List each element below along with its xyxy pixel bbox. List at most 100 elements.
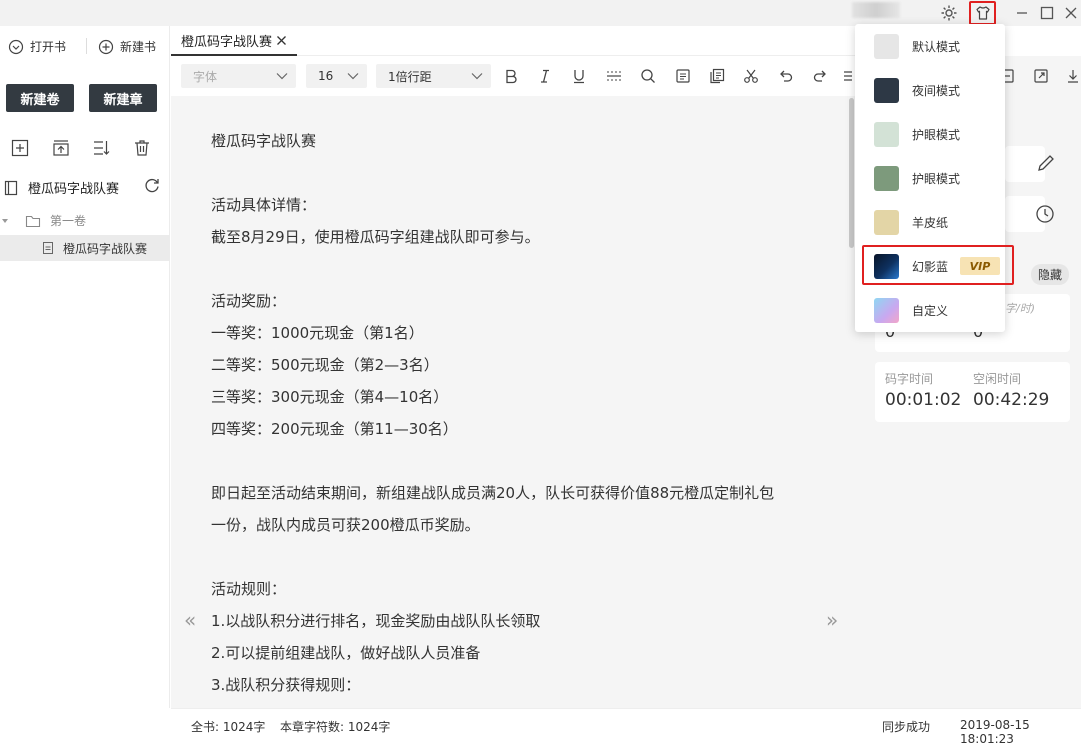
editor-area[interactable]: 橙瓜码字战队赛 活动具体详情： 截至8月29日，使用橙瓜码字组建战队即可参与。 活动奖… (171, 96, 855, 708)
trash-icon[interactable] (131, 137, 153, 159)
font-family-select[interactable]: 字体 (181, 64, 296, 88)
timestamp: 2019-08-15 18:01:23 (960, 718, 1030, 746)
close-icon[interactable] (1060, 2, 1081, 24)
tab-bar: 橙瓜码字战队赛 (171, 26, 855, 56)
italic-icon[interactable] (535, 66, 555, 86)
underline-icon[interactable] (569, 66, 589, 86)
editor-line[interactable]: 活动规则： (211, 578, 286, 599)
theme-option[interactable]: 默认模式 (855, 24, 1005, 68)
tab-label: 橙瓜码字战队赛 (181, 34, 273, 50)
move-top-icon[interactable] (50, 137, 72, 159)
minimize-icon[interactable] (1011, 2, 1033, 24)
redo-icon[interactable] (810, 66, 830, 86)
typing-time-label: 码字时间 (885, 372, 934, 386)
line-spacing-select[interactable]: 1倍行距 (376, 64, 491, 88)
maximize-icon[interactable] (1036, 2, 1058, 24)
editor-line[interactable]: 活动奖励： (211, 290, 286, 311)
font-size-select[interactable]: 16 (306, 64, 367, 88)
next-chapter-icon[interactable]: » (826, 608, 838, 632)
divider (86, 38, 87, 54)
refresh-icon[interactable] (143, 176, 161, 194)
gear-icon[interactable] (938, 2, 960, 24)
editor-line[interactable]: 2.可以提前组建战队，做好战队人员准备 (211, 642, 480, 663)
sync-status: 同步成功 (882, 720, 931, 734)
chevron-circle-icon (8, 39, 24, 55)
theme-menu: 默认模式 夜间模式 护眼模式 护眼模式 羊皮纸 幻影蓝 VIP 自定义 (855, 24, 1014, 332)
cut-icon[interactable] (741, 66, 761, 86)
new-book-label: 新建书 (120, 40, 157, 54)
book-title: 橙瓜码字战队赛 (28, 182, 120, 197)
theme-swatch (874, 77, 899, 103)
download-icon[interactable] (1066, 68, 1080, 84)
editor-scrollbar[interactable] (849, 98, 854, 248)
book-title-row[interactable]: 橙瓜码字战队赛 (4, 178, 119, 197)
typing-time-value: 00:01:02 (885, 390, 962, 410)
theme-label: 羊皮纸 (912, 215, 949, 230)
add-chapter-icon[interactable] (9, 137, 31, 159)
theme-option[interactable]: 羊皮纸 (855, 200, 1005, 244)
chapter-name: 橙瓜码字战队赛 (63, 241, 148, 256)
theme-label: 夜间模式 (912, 83, 961, 98)
editor-line[interactable]: 三等奖：300元现金（第4—10名） (211, 386, 448, 407)
editor-line[interactable]: 3.战队积分获得规则： (211, 674, 360, 695)
chevron-down-icon (471, 72, 483, 80)
theme-label: 自定义 (912, 303, 949, 318)
tab-chapter[interactable]: 橙瓜码字战队赛 (171, 26, 298, 56)
total-words: 全书: 1024字 (191, 720, 266, 734)
editor-line[interactable]: 一等奖：1000元现金（第1名） (211, 322, 424, 343)
book-icon (4, 180, 18, 196)
close-tab-icon[interactable] (276, 35, 287, 46)
volume-row[interactable]: 第一卷 (0, 212, 86, 229)
chapter-item[interactable]: 橙瓜码字战队赛 (0, 235, 170, 261)
sidebar: 打开书 新建书 新建卷 新建章 橙瓜码字战队赛 第一卷 橙瓜码字战队赛 (0, 26, 170, 737)
theme-option[interactable]: 夜间模式 (855, 68, 1005, 112)
theme-swatch (874, 33, 899, 59)
more-icon[interactable] (843, 66, 853, 86)
font-size-value: 16 (318, 69, 334, 83)
undo-icon[interactable] (776, 66, 796, 86)
prev-chapter-icon[interactable]: « (184, 608, 196, 632)
theme-option[interactable]: 护眼模式 (855, 156, 1005, 200)
speed-unit: 字/时) (1005, 302, 1035, 315)
editor-line[interactable]: 活动具体详情： (211, 194, 316, 215)
font-family-value: 字体 (193, 69, 218, 84)
shirt-icon[interactable] (969, 1, 996, 25)
selected-highlight (862, 245, 1014, 285)
document-icon (42, 241, 54, 255)
new-volume-button[interactable]: 新建卷 (6, 84, 74, 112)
theme-option[interactable]: 护眼模式 (855, 112, 1005, 156)
line-spacing-value: 1倍行距 (388, 69, 432, 84)
editor-line[interactable]: 1.以战队积分进行排名，现金奖励由战队队长领取 (211, 610, 540, 631)
theme-label: 默认模式 (912, 39, 961, 54)
editor-line[interactable]: 一份，战队内成员可获200橙瓜币奖励。 (211, 514, 480, 535)
open-book-button[interactable]: 打开书 (8, 38, 66, 55)
bold-icon[interactable] (501, 66, 521, 86)
new-chapter-button[interactable]: 新建章 (89, 84, 157, 112)
caret-down-icon (0, 216, 10, 226)
new-book-button[interactable]: 新建书 (98, 38, 156, 55)
theme-option[interactable]: 自定义 (855, 288, 1005, 332)
hide-button[interactable]: 隐藏 (1031, 264, 1070, 285)
editor-line[interactable]: 二等奖：500元现金（第2—3名） (211, 354, 439, 375)
theme-swatch (874, 209, 899, 235)
status-bar: 全书: 1024字 本章字符数: 1024字 同步成功 2019-08-15 1… (171, 708, 1081, 746)
format-icon[interactable] (673, 66, 693, 86)
theme-swatch (874, 121, 899, 147)
user-avatar[interactable] (852, 2, 900, 18)
search-icon[interactable] (638, 66, 658, 86)
clock-icon[interactable] (1035, 204, 1055, 224)
sort-icon[interactable] (90, 137, 112, 159)
editor-line[interactable]: 截至8月29日，使用橙瓜码字组建战队即可参与。 (211, 226, 540, 247)
plus-circle-icon (98, 39, 114, 55)
theme-swatch (874, 165, 899, 191)
share-icon[interactable] (1033, 68, 1049, 84)
status-bar-left (0, 708, 171, 737)
copy-icon[interactable] (707, 66, 727, 86)
editor-line[interactable]: 即日起至活动结束期间，新组建战队成员满20人，队长可获得价值88元橙瓜定制礼包 (211, 482, 774, 503)
pencil-icon[interactable] (1035, 152, 1057, 174)
editor-line[interactable]: 四等奖：200元现金（第11—30名） (211, 418, 458, 439)
theme-swatch (874, 297, 899, 323)
title-bar (0, 0, 1081, 26)
editor-line[interactable]: 橙瓜码字战队赛 (211, 130, 316, 151)
separator-line-icon[interactable] (604, 66, 624, 86)
